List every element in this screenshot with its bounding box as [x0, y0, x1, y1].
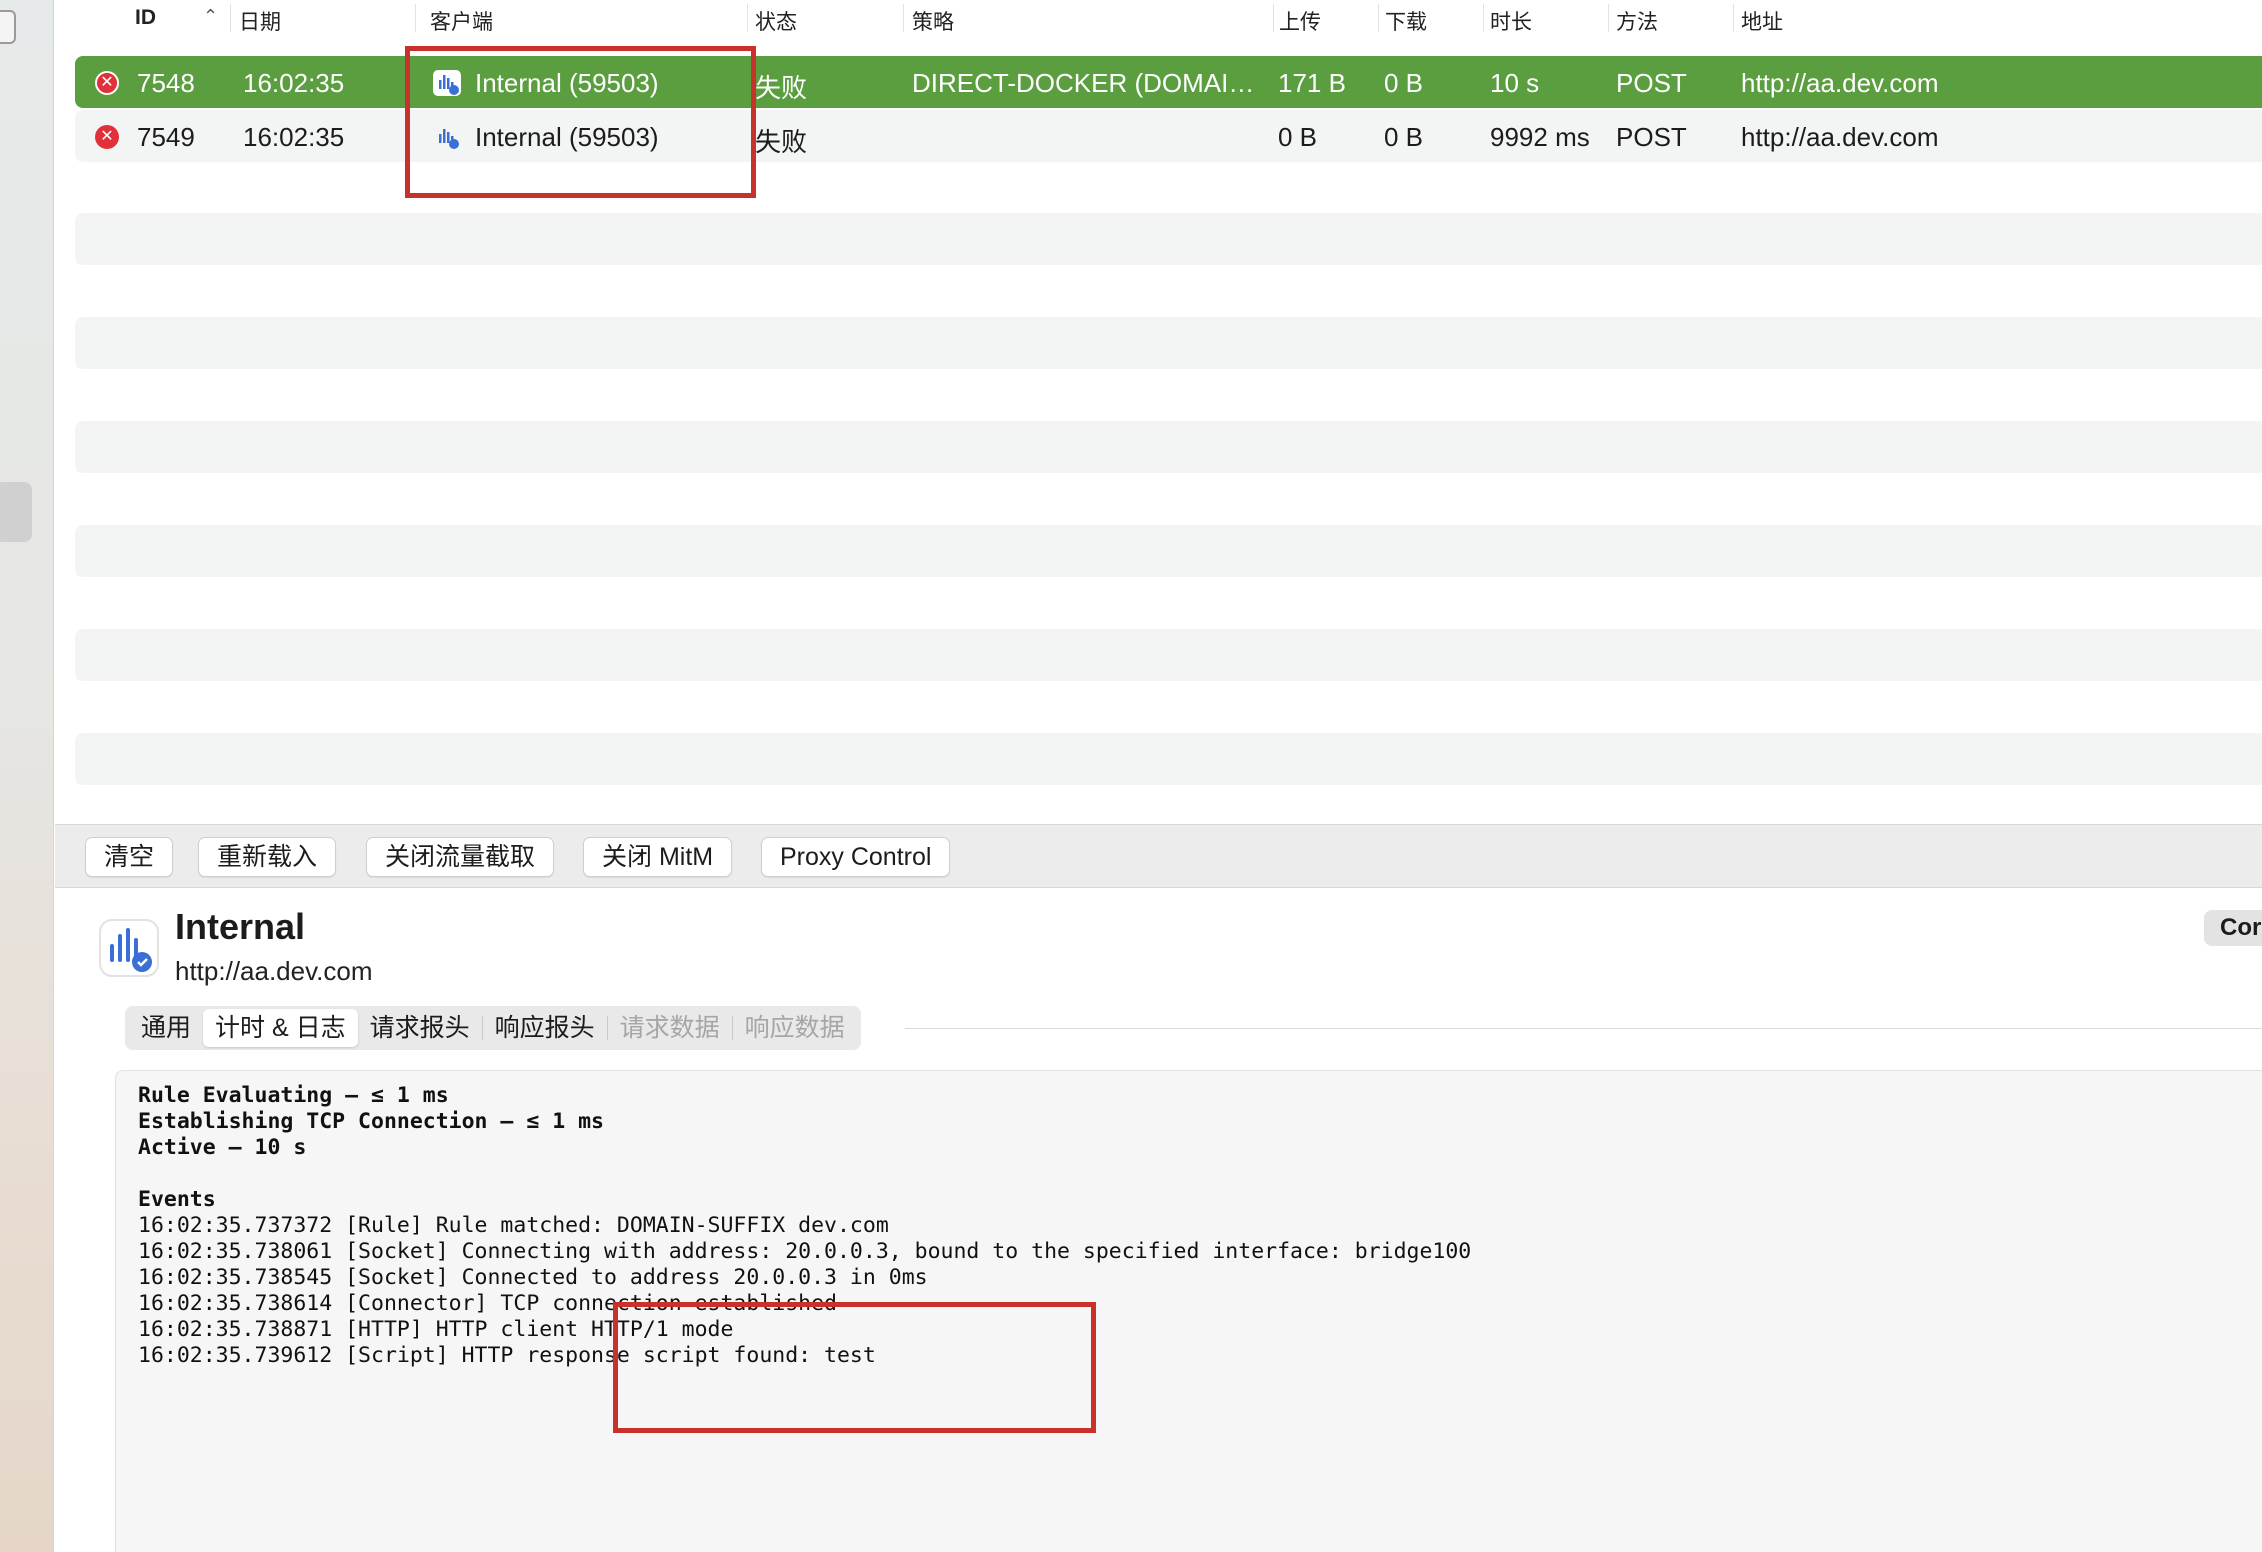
timing-line: Rule Evaluating – ≤ 1 ms	[138, 1083, 449, 1108]
detail-action-button[interactable]: Cor	[2204, 910, 2262, 946]
row-download: 0 B	[1384, 122, 1424, 152]
column-header-policy[interactable]: 策略	[912, 6, 954, 36]
network-activity-app-icon	[99, 919, 159, 977]
row-time: 16:02:35	[243, 68, 345, 98]
row-status: 失败	[755, 73, 808, 103]
tab-response-body: 响应数据	[744, 1014, 845, 1042]
empty-row-stripe	[75, 317, 2262, 369]
row-policy: DIRECT-DOCKER (DOMAI…	[912, 68, 1255, 98]
timing-line: Establishing TCP Connection – ≤ 1 ms	[138, 1109, 604, 1134]
empty-row-stripe	[75, 421, 2262, 473]
empty-row-stripe	[75, 525, 2262, 577]
empty-row-stripe	[75, 213, 2262, 265]
proxy-control-button[interactable]: Proxy Control	[761, 837, 951, 877]
column-divider	[415, 4, 416, 32]
row-id: 7549	[137, 122, 195, 152]
row-status: 失败	[755, 127, 808, 157]
empty-row-stripe	[75, 733, 2262, 785]
column-divider	[1483, 4, 1484, 32]
row-duration: 10 s	[1490, 68, 1540, 98]
events-heading: Events	[138, 1187, 216, 1212]
row-upload: 0 B	[1278, 122, 1318, 152]
close-mitm-button[interactable]: 关闭 MitM	[583, 837, 733, 877]
row-time: 16:02:35	[243, 122, 345, 152]
column-header-method[interactable]: 方法	[1616, 6, 1658, 36]
highlight-box-log	[613, 1302, 1096, 1433]
tab-timing-log[interactable]: 计时 & 日志	[203, 1009, 358, 1047]
sidebar	[0, 0, 54, 1552]
highlight-box-client	[405, 46, 756, 198]
table-row[interactable]: ✕ 7548 16:02:35 Internal (59503) 失败 DIRE…	[75, 56, 2262, 108]
close-capture-button[interactable]: 关闭流量截取	[366, 837, 555, 877]
row-download: 0 B	[1384, 68, 1424, 98]
detail-title: Internal	[175, 906, 306, 947]
tab-general[interactable]: 通用	[129, 1009, 203, 1047]
event-line: 16:02:35.737372 [Rule] Rule matched: DOM…	[138, 1213, 889, 1238]
timing-line: Active – 10 s	[138, 1135, 307, 1160]
tab-response-headers[interactable]: 响应报头	[483, 1009, 607, 1047]
column-header-download[interactable]: 下载	[1385, 6, 1427, 36]
reload-button[interactable]: 重新载入	[198, 837, 337, 877]
row-method: POST	[1616, 122, 1687, 152]
tab-request-headers[interactable]: 请求报头	[358, 1009, 482, 1047]
table-row[interactable]: ✕ 7549 16:02:35 Internal (59503) 失败 0 B …	[75, 110, 2262, 162]
sidebar-selected-item[interactable]	[0, 482, 32, 542]
tabs-divider-line	[905, 1028, 2262, 1029]
chevron-up-icon[interactable]: ⌃	[203, 6, 218, 27]
column-divider	[903, 4, 904, 32]
error-x-icon: ✕	[95, 125, 119, 149]
column-header-id[interactable]: ID	[135, 6, 156, 30]
column-divider	[1608, 4, 1609, 32]
table-header: ID ⌃ 日期 客户端 状态 策略 上传 下载 时长 方法 地址	[55, 0, 2262, 38]
action-toolbar: 清空 重新载入 关闭流量截取 关闭 MitM Proxy Control	[55, 824, 2262, 888]
row-method: POST	[1616, 68, 1687, 98]
detail-tabs: 通用 计时 & 日志 请求报头 响应报头 请求数据 响应数据	[125, 1006, 861, 1050]
column-header-duration[interactable]: 时长	[1490, 6, 1532, 36]
tab-request-body: 请求数据	[619, 1014, 720, 1042]
clear-button[interactable]: 清空	[85, 837, 174, 877]
column-header-status[interactable]: 状态	[755, 6, 797, 36]
column-header-client[interactable]: 客户端	[430, 6, 493, 36]
detail-url: http://aa.dev.com	[175, 956, 373, 986]
event-line: 16:02:35.738061 [Socket] Connecting with…	[138, 1239, 1472, 1264]
app-window: ID ⌃ 日期 客户端 状态 策略 上传 下载 时长 方法 地址 ✕ 7548 …	[0, 0, 2262, 1552]
error-x-icon: ✕	[95, 71, 119, 95]
column-header-date[interactable]: 日期	[239, 6, 281, 36]
row-duration: 9992 ms	[1490, 122, 1590, 152]
column-header-address[interactable]: 地址	[1741, 6, 1783, 36]
column-divider	[1273, 4, 1274, 32]
sidebar-toggle-icon[interactable]	[0, 10, 16, 44]
column-divider	[747, 4, 748, 32]
column-divider	[1378, 4, 1379, 32]
row-address: http://aa.dev.com	[1741, 68, 1939, 98]
column-divider	[1733, 4, 1734, 32]
event-line: 16:02:35.738545 [Socket] Connected to ad…	[138, 1265, 928, 1290]
row-address: http://aa.dev.com	[1741, 122, 1939, 152]
row-upload: 171 B	[1278, 68, 1346, 98]
row-id: 7548	[137, 68, 195, 98]
column-divider	[230, 4, 231, 32]
empty-row-stripe	[75, 629, 2262, 681]
column-header-upload[interactable]: 上传	[1279, 6, 1321, 36]
log-panel[interactable]: Rule Evaluating – ≤ 1 ms Establishing TCP…	[115, 1070, 2262, 1552]
